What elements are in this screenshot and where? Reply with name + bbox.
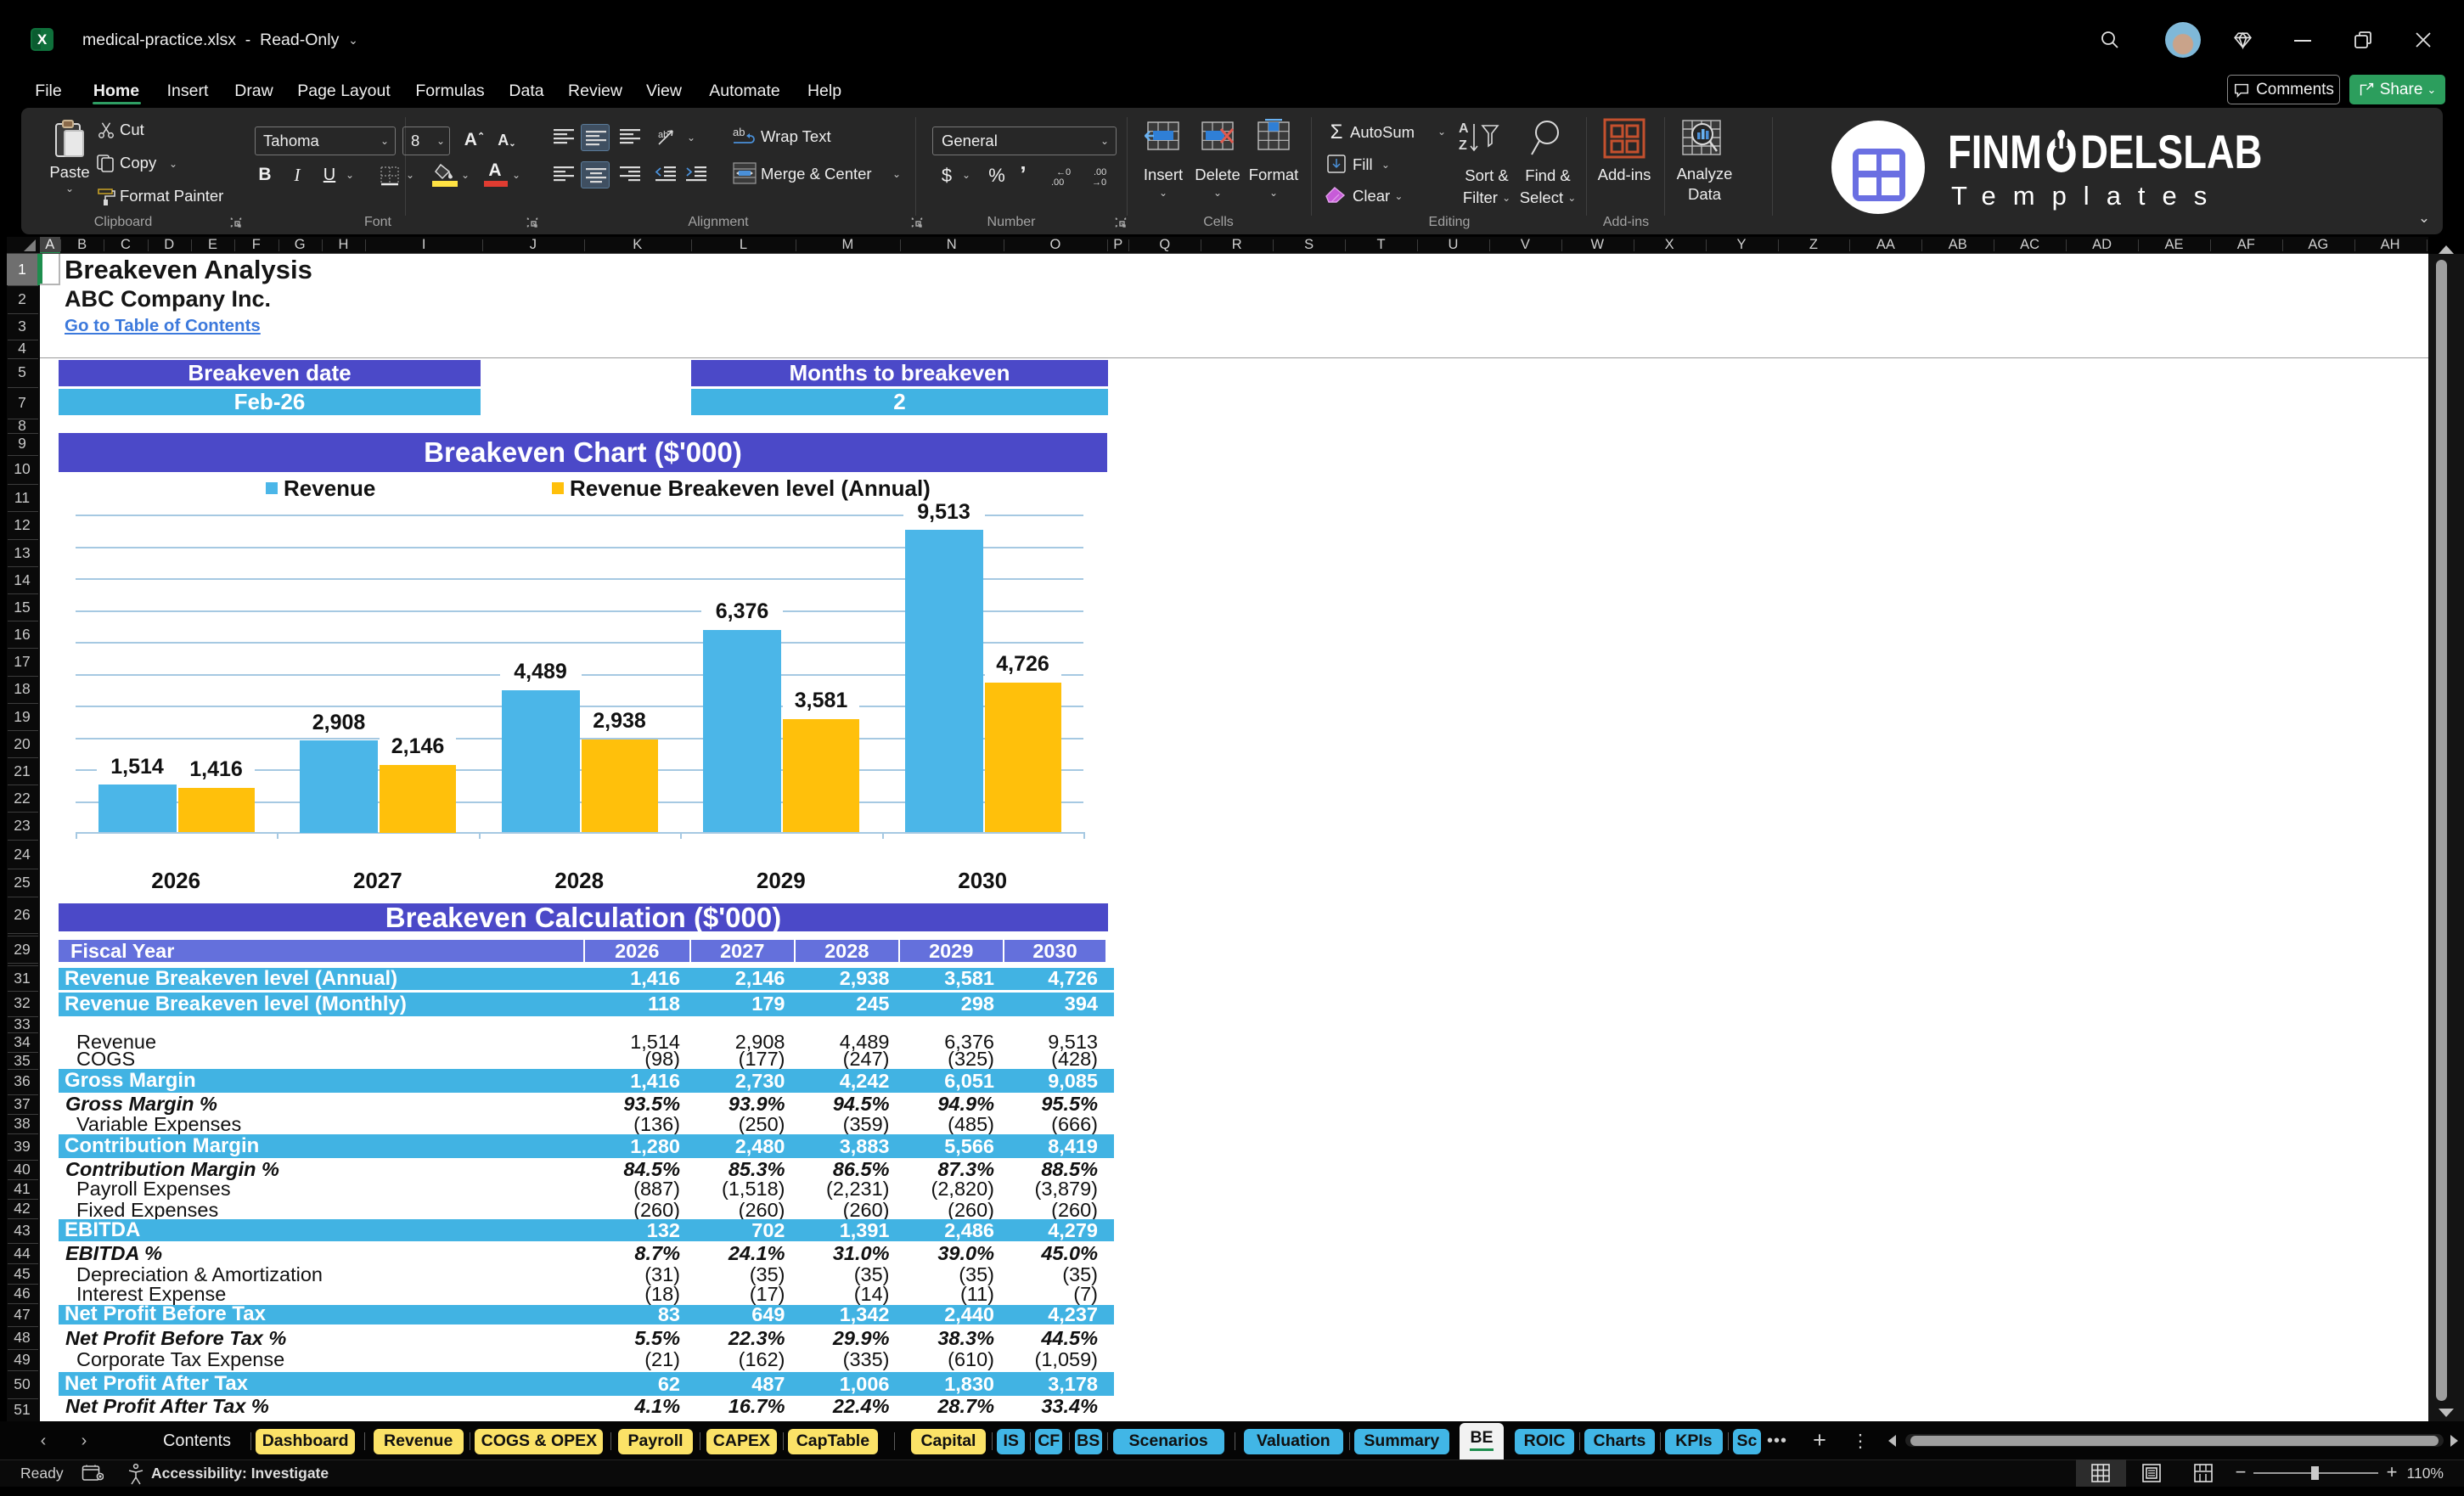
svg-text:→0: →0	[1092, 177, 1106, 187]
svg-text:.00: .00	[1051, 177, 1064, 187]
svg-text:.00: .00	[1094, 167, 1106, 177]
svg-text:←0: ←0	[1056, 167, 1071, 177]
svg-text:Z: Z	[1459, 138, 1467, 153]
svg-text:A: A	[1459, 121, 1469, 136]
svg-text:ab: ab	[658, 130, 668, 140]
svg-text:ab: ab	[733, 126, 745, 138]
